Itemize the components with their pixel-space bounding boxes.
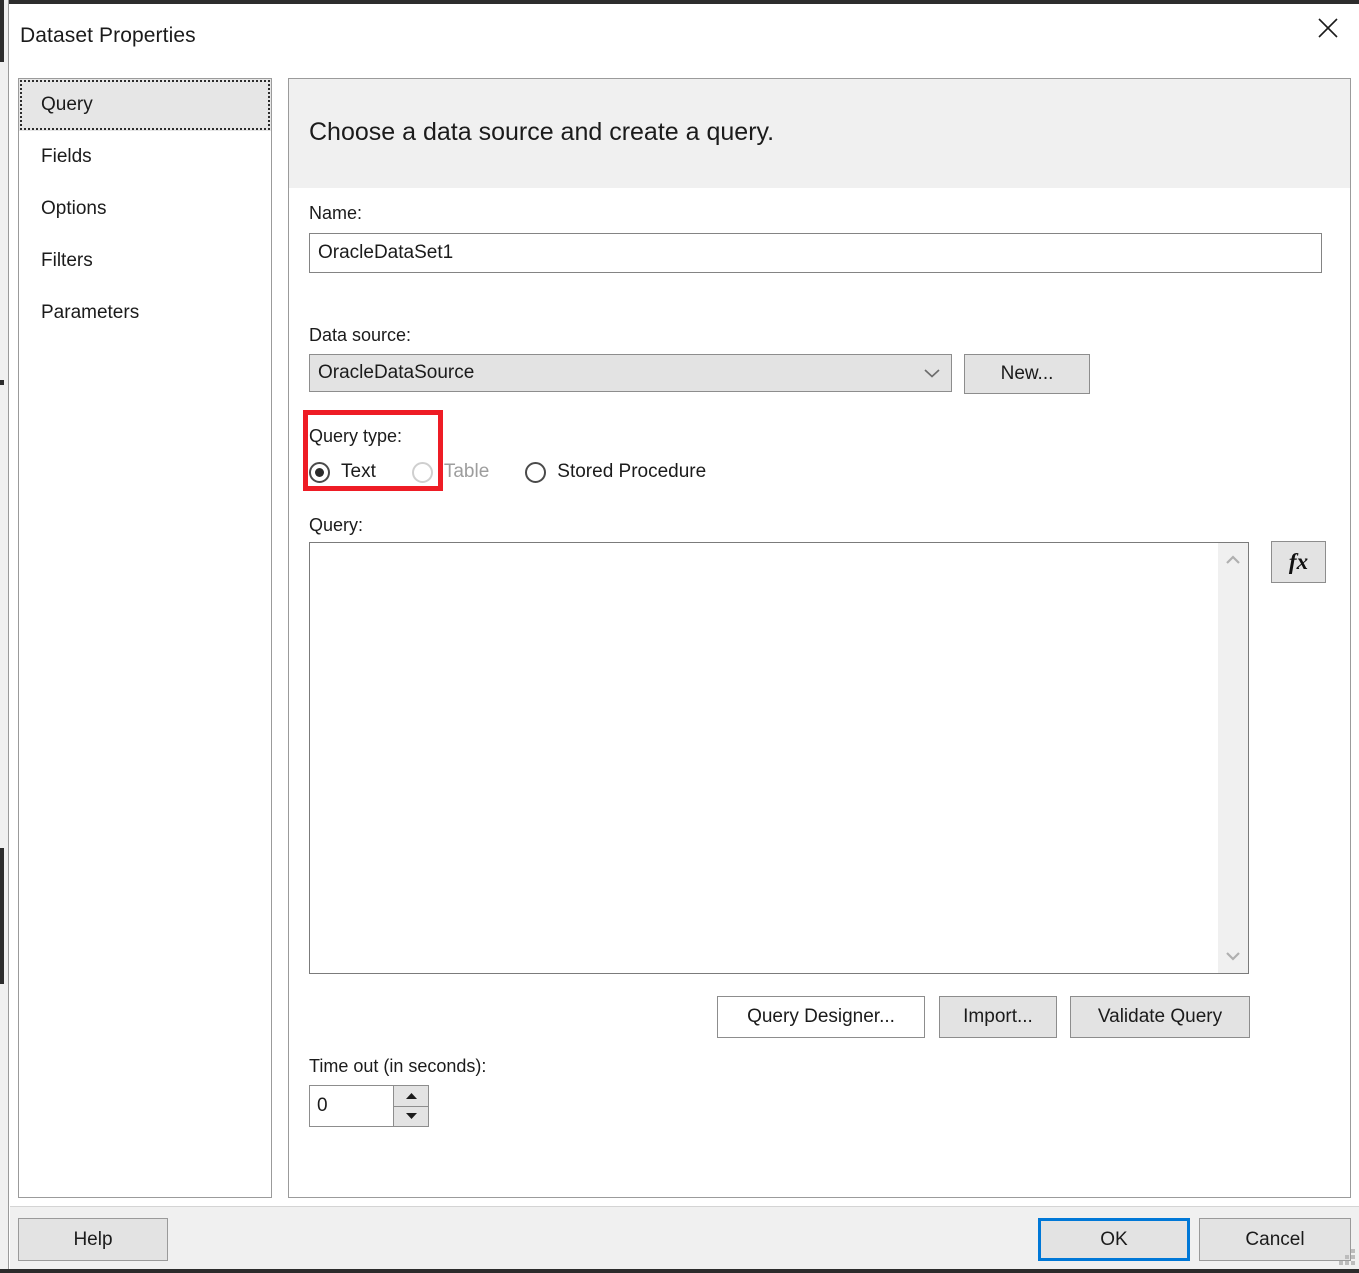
dialog-title: Dataset Properties [20, 24, 196, 47]
chevron-down-icon [913, 367, 951, 379]
expression-button[interactable]: fx [1271, 541, 1326, 583]
radio-indicator-stored-procedure [525, 461, 547, 483]
name-label: Name: [309, 203, 363, 223]
query-input[interactable] [310, 543, 1218, 973]
data-source-value: OracleDataSource [318, 362, 475, 383]
name-input[interactable] [309, 233, 1322, 273]
timeout-input[interactable] [310, 1086, 393, 1126]
import-button[interactable]: Import... [939, 996, 1057, 1038]
sidebar-item-label: Parameters [41, 302, 140, 323]
radio-indicator-text [309, 461, 330, 483]
data-source-dropdown[interactable]: OracleDataSource [309, 354, 952, 392]
sidebar-item-label: Filters [41, 250, 93, 271]
panel-header: Choose a data source and create a query. [289, 79, 1350, 188]
dataset-properties-dialog: Dataset Properties Query Fields Options … [10, 4, 1359, 1269]
category-list[interactable]: Query Fields Options Filters Parameters [18, 78, 272, 1198]
sidebar-item-label: Query [41, 94, 93, 115]
radio-label-stored-procedure: Stored Procedure [557, 461, 707, 482]
query-designer-button[interactable]: Query Designer... [717, 996, 925, 1038]
chevron-up-icon[interactable] [1218, 547, 1248, 573]
dialog-title-bar: Dataset Properties [10, 4, 1359, 70]
sidebar-item-parameters[interactable]: Parameters [19, 287, 271, 339]
timeout-label: Time out (in seconds): [309, 1056, 487, 1076]
query-settings-panel: Choose a data source and create a query.… [288, 78, 1351, 1198]
ok-button[interactable]: OK [1038, 1218, 1190, 1261]
background-window-bottom-strip [0, 1269, 1359, 1273]
triangle-up-icon[interactable] [394, 1086, 428, 1107]
triangle-down-icon[interactable] [394, 1106, 428, 1126]
query-scrollbar[interactable] [1218, 543, 1248, 973]
chevron-down-icon[interactable] [1218, 943, 1248, 969]
sidebar-item-fields[interactable]: Fields [19, 131, 271, 183]
resize-grip[interactable] [1339, 1249, 1355, 1265]
sidebar-item-filters[interactable]: Filters [19, 235, 271, 287]
close-icon[interactable] [1296, 4, 1359, 51]
sidebar-item-label: Fields [41, 146, 92, 167]
query-editor [309, 542, 1249, 974]
new-data-source-button[interactable]: New... [964, 354, 1090, 394]
help-button[interactable]: Help [18, 1218, 168, 1261]
sidebar-item-label: Options [41, 198, 107, 219]
timeout-stepper[interactable] [309, 1085, 429, 1127]
validate-query-button[interactable]: Validate Query [1070, 996, 1250, 1038]
radio-label-text: Text [341, 461, 376, 482]
timeout-spinner[interactable] [393, 1086, 428, 1126]
query-type-radio-group[interactable]: Text Table Stored Procedure [309, 456, 742, 488]
page-title: Choose a data source and create a query. [309, 118, 775, 146]
dialog-body: Query Fields Options Filters Parameters … [10, 70, 1359, 1206]
query-label: Query: [309, 515, 364, 535]
sidebar-item-query[interactable]: Query [19, 79, 271, 131]
radio-option-stored-procedure[interactable]: Stored Procedure [525, 461, 706, 483]
query-type-label: Query type: [309, 426, 403, 446]
data-source-label: Data source: [309, 325, 412, 345]
radio-indicator-table [411, 461, 433, 483]
radio-option-table: Table [411, 461, 490, 483]
radio-label-table: Table [443, 461, 490, 482]
radio-option-text[interactable]: Text [309, 461, 376, 483]
dialog-footer: Help OK Cancel [10, 1206, 1359, 1269]
cancel-button[interactable]: Cancel [1199, 1218, 1351, 1261]
sidebar-item-options[interactable]: Options [19, 183, 271, 235]
background-window-left-strip [0, 0, 9, 1273]
